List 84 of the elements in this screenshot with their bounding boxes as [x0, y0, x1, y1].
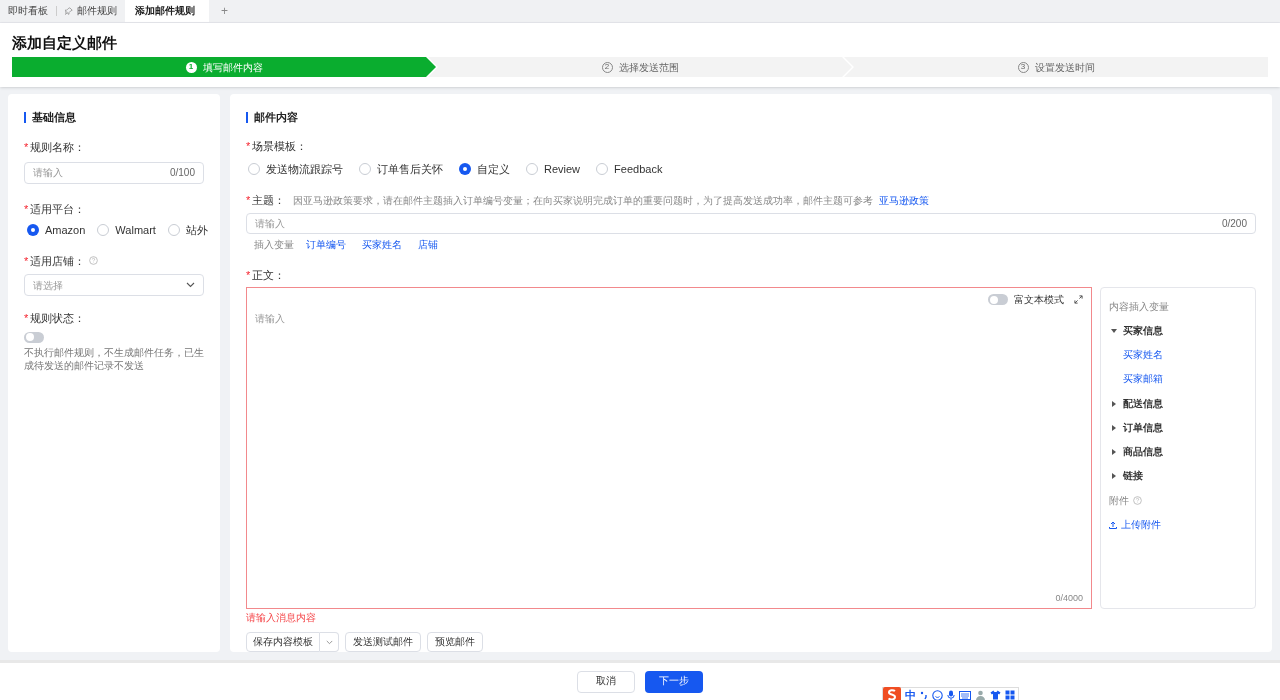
microphone-icon: [947, 689, 955, 700]
required-mark: *: [246, 139, 251, 154]
caret-down-icon: [1111, 327, 1117, 334]
radio-option[interactable]: Feedback: [596, 160, 663, 177]
dropdown-button[interactable]: [320, 632, 339, 652]
radio-option[interactable]: 站外: [167, 222, 208, 239]
field-label: 场景模板：: [252, 139, 308, 154]
chevron-down-icon: [186, 282, 195, 288]
tree-item[interactable]: 商品信息: [1111, 445, 1163, 460]
placeholder-text: 请输入: [255, 311, 285, 326]
tree-item[interactable]: 配送信息: [1111, 396, 1163, 411]
toggle-switch[interactable]: [24, 331, 44, 343]
help-icon: [89, 256, 99, 266]
variable-link[interactable]: 店铺: [418, 237, 438, 253]
attachment-label: 附件: [1109, 493, 1129, 508]
variable-link[interactable]: 买家邮箱: [1123, 372, 1163, 387]
action-button[interactable]: 发送测试邮件: [345, 632, 421, 652]
error-message: 请输入消息内容: [246, 611, 316, 625]
radio-option[interactable]: 自定义: [459, 160, 510, 177]
tab[interactable]: 邮件规则: [57, 0, 125, 22]
shirt-icon: [990, 690, 1001, 700]
required-mark: *: [24, 311, 29, 326]
variable-link[interactable]: 买家姓名: [1123, 348, 1163, 363]
radio-option[interactable]: Walmart: [97, 222, 156, 239]
required-mark: *: [24, 253, 29, 269]
upload-attachment-link[interactable]: 上传附件: [1109, 517, 1161, 533]
caret-right-icon: [1111, 400, 1117, 407]
tree-item[interactable]: 订单信息: [1111, 420, 1163, 436]
variable-link[interactable]: 买家姓名: [362, 237, 402, 253]
step[interactable]: 3 设置发送时间: [844, 57, 1268, 77]
tab[interactable]: 即时看板: [0, 0, 56, 22]
subject-field[interactable]: 请输入 0/200: [246, 212, 1256, 234]
caret-right-icon: [1111, 449, 1117, 456]
field-label: 规则状态：: [30, 311, 86, 326]
expand-icon: [1074, 295, 1083, 305]
page-title: 添加自定义邮件: [12, 33, 118, 53]
field-label: 适用平台：: [30, 201, 86, 217]
radio-option[interactable]: 发送物流跟踪号: [248, 160, 343, 177]
variable-link[interactable]: 订单编号: [306, 237, 346, 253]
character-count: 0/200: [1221, 216, 1247, 231]
character-count: 0/4000: [1055, 591, 1083, 605]
field-label: 适用店铺：: [30, 253, 86, 269]
tab[interactable]: 添加邮件规则: [125, 0, 209, 22]
required-mark: *: [24, 201, 29, 217]
panel-title: 内容插入变量: [1109, 299, 1169, 314]
section-title: 邮件内容: [246, 112, 1256, 123]
toggle-switch[interactable]: [988, 294, 1008, 306]
field-label: 正文：: [252, 268, 286, 284]
character-count: 0/100: [169, 166, 195, 180]
emoji-icon: [932, 689, 943, 700]
save-template-button[interactable]: 保存内容模板: [246, 632, 320, 652]
required-mark: *: [24, 140, 29, 155]
upload-icon: [1109, 520, 1117, 529]
tree-item[interactable]: 买家信息: [1111, 323, 1163, 339]
step[interactable]: 2 选择发送范围: [428, 57, 852, 77]
person-icon: [975, 689, 986, 700]
next-button[interactable]: 下一步: [645, 670, 703, 693]
help-icon: [1133, 496, 1142, 506]
radio-option[interactable]: Amazon: [27, 222, 86, 239]
field-label: 主题：: [252, 193, 286, 208]
caret-right-icon: [1111, 424, 1117, 431]
keyboard-icon: [959, 690, 971, 700]
insert-variable-label: 插入变量: [254, 237, 294, 252]
input-mode-button[interactable]: 中: [905, 686, 916, 700]
hint-text: 不执行邮件规则，不生成邮件任务，已生成待发送的邮件记录不发送: [24, 345, 204, 372]
action-button[interactable]: 预览邮件: [427, 632, 483, 652]
punctuation-icon: [920, 690, 928, 700]
caret-right-icon: [1111, 473, 1117, 480]
field-label: 规则名称：: [30, 140, 86, 155]
required-mark: *: [246, 193, 251, 208]
section-title: 基础信息: [24, 112, 204, 123]
chevron-down-icon: [325, 639, 333, 645]
rule-name-field[interactable]: 请输入 0/100: [24, 161, 204, 184]
radio-option[interactable]: 订单售后关怀: [359, 160, 443, 177]
tree-item[interactable]: 链接: [1111, 469, 1143, 484]
radio-option[interactable]: Review: [526, 160, 581, 177]
policy-link[interactable]: 亚马逊政策: [879, 192, 930, 208]
notice-text: 因亚马逊政策要求，请在邮件主题插入订单编号变量；在向买家说明完成订单的重要问题时，为了提高发送成功率，邮件主题可参考: [293, 193, 874, 208]
required-mark: *: [246, 268, 251, 284]
message-editor[interactable]: 富文本模式 请输入 0/4000: [246, 286, 1092, 609]
rich-text-mode-label: 富文本模式: [1014, 292, 1064, 307]
cancel-button[interactable]: 取消: [577, 670, 635, 693]
grid-icon: [1005, 690, 1015, 700]
pin-icon: [65, 6, 73, 15]
